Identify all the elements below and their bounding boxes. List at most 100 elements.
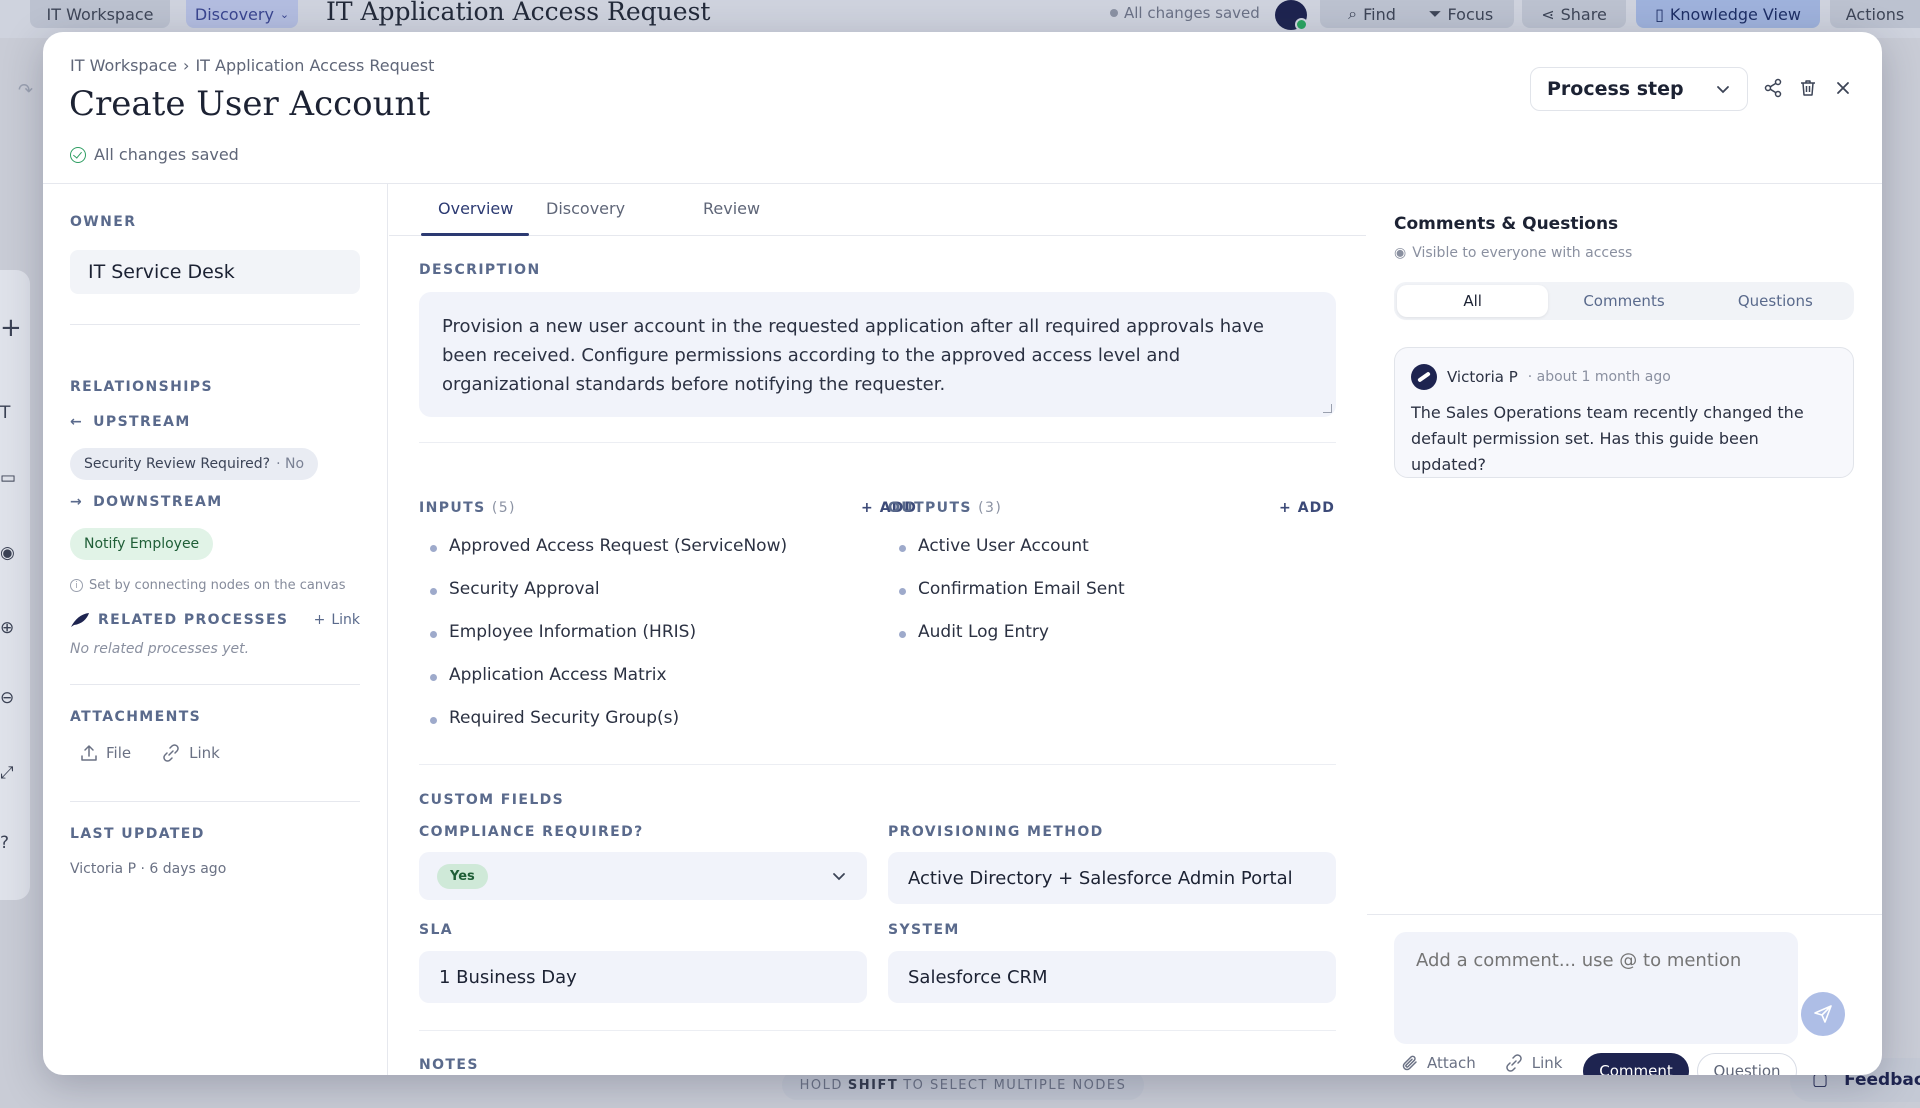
details-sidebar: OWNER IT Service Desk RELATIONSHIPS ← UP… xyxy=(43,184,388,1075)
list-item[interactable]: Application Access Matrix xyxy=(430,665,787,708)
owner-field[interactable]: IT Service Desk xyxy=(70,250,360,294)
add-output-button[interactable]: + ADD xyxy=(1279,500,1335,516)
divider xyxy=(70,801,360,802)
list-item[interactable]: Approved Access Request (ServiceNow) xyxy=(430,536,787,579)
list-item[interactable]: Active User Account xyxy=(899,536,1125,579)
avatar xyxy=(1411,364,1437,390)
upload-icon xyxy=(81,745,97,761)
zoom-out-icon[interactable]: ⊖ xyxy=(0,690,16,707)
discovery-pill[interactable]: Discovery ⌄ xyxy=(186,0,298,28)
attach-link-button[interactable]: Link xyxy=(161,744,220,762)
divider xyxy=(70,324,360,325)
bullet-icon xyxy=(430,631,437,638)
step-type-select[interactable]: Process step xyxy=(1530,67,1748,111)
bullet-icon xyxy=(430,545,437,552)
shape-tool-icon[interactable]: ▭ xyxy=(0,470,16,487)
outputs-heading: OUTPUTS (3) xyxy=(888,500,1002,516)
comment-input[interactable] xyxy=(1394,932,1798,1044)
share-icon[interactable] xyxy=(1762,77,1784,99)
help-icon[interactable]: ? xyxy=(0,835,16,852)
breadcrumb-root[interactable]: IT Workspace xyxy=(70,56,177,75)
text-tool-icon[interactable]: T xyxy=(0,405,16,422)
compliance-select[interactable]: Yes xyxy=(419,852,867,900)
trash-icon[interactable] xyxy=(1797,77,1819,99)
eye-icon: ◉ xyxy=(1394,245,1407,261)
list-item[interactable]: Audit Log Entry xyxy=(899,622,1125,665)
upstream-heading: ← UPSTREAM xyxy=(70,414,191,430)
attach-file-button[interactable]: File xyxy=(80,744,131,762)
knowledge-view-button[interactable]: ▯ Knowledge View xyxy=(1636,0,1820,28)
search-icon: ⌕ xyxy=(1348,4,1358,23)
comments-panel: Comments & Questions ◉ Visible to everyo… xyxy=(1367,184,1882,1075)
workspace-pill[interactable]: IT Workspace xyxy=(30,0,170,28)
provisioning-label: PROVISIONING METHOD xyxy=(888,824,1104,840)
output-item-label: Confirmation Email Sent xyxy=(918,579,1125,599)
canvas-toolbar: + T ▭ ◉ ⊕ ⊖ ⤢ ? xyxy=(0,270,30,900)
send-button[interactable] xyxy=(1801,992,1845,1036)
list-item[interactable]: Required Security Group(s) xyxy=(430,708,787,751)
user-avatar[interactable] xyxy=(1275,0,1308,31)
provisioning-field[interactable]: Active Directory + Salesforce Admin Port… xyxy=(888,852,1336,904)
close-icon[interactable] xyxy=(1832,77,1854,99)
page-title[interactable]: Create User Account xyxy=(69,84,430,124)
related-link-label: Link xyxy=(331,612,360,628)
link-icon xyxy=(163,744,179,762)
attach-button[interactable]: Attach xyxy=(1401,1054,1476,1072)
active-tab-indicator xyxy=(421,233,529,236)
chevron-down-icon: ⌄ xyxy=(279,7,290,21)
tab-review[interactable]: Review xyxy=(703,199,760,218)
filter-comments[interactable]: Comments xyxy=(1548,285,1699,317)
tab-discovery[interactable]: Discovery xyxy=(546,199,625,218)
share-top-button[interactable]: ⋖ Share xyxy=(1522,0,1626,28)
list-item[interactable]: Security Approval xyxy=(430,579,787,622)
comments-title: Comments & Questions xyxy=(1394,214,1619,234)
system-field[interactable]: Salesforce CRM xyxy=(888,951,1336,1003)
related-link-button[interactable]: + Link xyxy=(314,612,360,628)
plus-icon: + xyxy=(313,612,326,628)
upstream-chip[interactable]: Security Review Required? · No xyxy=(70,448,319,480)
composer-actions: Attach Link xyxy=(1401,1054,1562,1072)
system-label: SYSTEM xyxy=(888,922,960,938)
description-label: DESCRIPTION xyxy=(419,262,541,278)
related-processes-label: RELATED PROCESSES xyxy=(98,612,289,628)
list-item[interactable]: Confirmation Email Sent xyxy=(899,579,1125,622)
breadcrumb: IT Workspace › IT Application Access Req… xyxy=(70,56,434,75)
plus-icon: + xyxy=(1279,500,1292,516)
inputs-count: (5) xyxy=(491,500,516,516)
app-saved-status: All changes saved xyxy=(1110,4,1260,22)
resize-handle-icon[interactable] xyxy=(1323,404,1332,413)
redo-icon[interactable]: ↷ xyxy=(0,80,34,120)
feather-icon xyxy=(71,613,89,627)
view-icon[interactable]: ◉ xyxy=(0,545,16,562)
comment-button[interactable]: Comment xyxy=(1583,1053,1689,1075)
actions-button[interactable]: Actions xyxy=(1830,0,1920,28)
tab-bar: Overview Discovery Review xyxy=(389,184,1366,236)
filter-questions[interactable]: Questions xyxy=(1700,285,1851,317)
outputs-count: (3) xyxy=(978,500,1003,516)
input-item-label: Application Access Matrix xyxy=(449,665,667,685)
divider xyxy=(1367,914,1882,915)
plus-icon: + xyxy=(861,500,874,516)
breadcrumb-separator: › xyxy=(183,56,190,75)
link-button[interactable]: Link xyxy=(1504,1054,1562,1072)
breadcrumb-current[interactable]: IT Application Access Request xyxy=(195,56,434,75)
last-updated-label: LAST UPDATED xyxy=(70,826,205,842)
expand-icon[interactable]: ⤢ xyxy=(0,765,16,782)
description-field[interactable]: Provision a new user account in the requ… xyxy=(419,292,1336,417)
sla-field[interactable]: 1 Business Day xyxy=(419,951,867,1003)
comment-card[interactable]: Victoria P · about 1 month ago The Sales… xyxy=(1394,347,1854,478)
attachments-label: ATTACHMENTS xyxy=(70,709,202,725)
paperclip-icon xyxy=(1402,1055,1417,1071)
downstream-chip[interactable]: Notify Employee xyxy=(70,528,214,560)
question-button[interactable]: Question xyxy=(1697,1053,1797,1075)
tab-overview[interactable]: Overview xyxy=(438,199,513,218)
bullet-icon xyxy=(430,588,437,595)
comment-filter: All Comments Questions xyxy=(1394,282,1854,320)
list-item[interactable]: Employee Information (HRIS) xyxy=(430,622,787,665)
attach-label: Attach xyxy=(1427,1054,1476,1072)
focus-button[interactable]: ⏷ Focus xyxy=(1408,0,1514,28)
sla-label: SLA xyxy=(419,922,454,938)
add-node-icon[interactable]: + xyxy=(0,315,22,341)
filter-all[interactable]: All xyxy=(1397,285,1549,317)
zoom-in-icon[interactable]: ⊕ xyxy=(0,620,16,637)
